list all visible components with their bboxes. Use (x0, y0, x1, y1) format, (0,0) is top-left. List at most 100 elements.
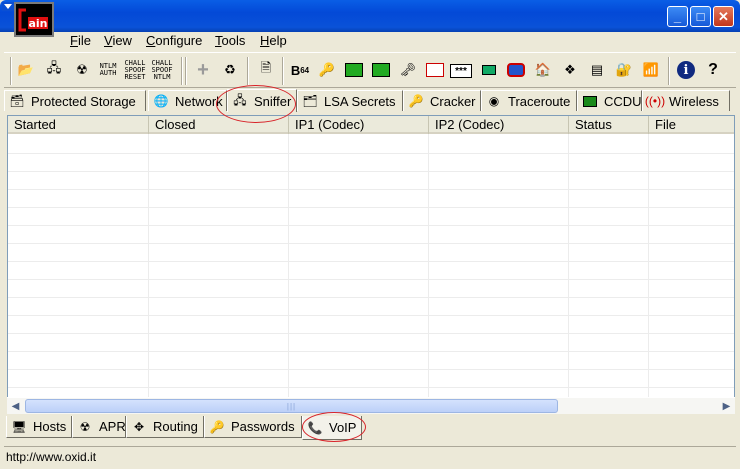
rc-icon[interactable] (423, 58, 447, 82)
lsa-icon[interactable] (477, 58, 501, 82)
key-icon[interactable]: 🔑 (315, 58, 339, 82)
table-row (8, 172, 734, 190)
apr-poison-icon[interactable]: ☢ (70, 58, 94, 82)
toolbar-separator (282, 57, 284, 85)
rsa-icon[interactable]: 🗝 (396, 58, 420, 82)
toolbar: 📂 🖧 ☢ NTLM AUTH CHALL SPOOF RESET CHALL … (4, 52, 736, 88)
table-row (8, 280, 734, 298)
hosts-computer-icon: 🖥 (11, 419, 27, 434)
table-row (8, 154, 734, 172)
tab-apr[interactable]: ☢ APR (72, 416, 126, 438)
close-icon[interactable]: ✕ (713, 6, 734, 27)
minimize-icon[interactable]: _ (667, 6, 688, 27)
tab-label: Cracker (430, 93, 476, 109)
status-url: http://www.oxid.it (6, 450, 97, 464)
cain-logo-icon: ain (17, 5, 51, 34)
open-folder-icon[interactable]: 📂 (14, 58, 38, 82)
toolbar-separator (185, 57, 187, 85)
table-row (8, 370, 734, 388)
table-row (8, 190, 734, 208)
tab-wireless[interactable]: ((•)) Wireless (642, 90, 730, 111)
maximize-icon[interactable]: □ (690, 6, 711, 27)
access-icon[interactable]: 🏠 (531, 58, 555, 82)
base64-icon[interactable]: B 64 (288, 58, 312, 82)
title-bar: _ □ ✕ (0, 0, 740, 32)
bottom-tabs: 🖥 Hosts ☢ APR ✥ Routing 🔑 Passwords 📞 Vo… (4, 416, 736, 440)
svg-text:ain: ain (28, 17, 47, 30)
tab-label: APR (99, 419, 126, 434)
routing-arrows-icon: ✥ (133, 419, 145, 434)
hash-calc-icon[interactable]: 🗎 (254, 58, 278, 82)
tab-hosts[interactable]: 🖥 Hosts (6, 416, 72, 438)
lsa-secrets-icon: 🗂 (302, 94, 318, 108)
horizontal-scrollbar[interactable]: ◀ ||| ▶ (7, 397, 735, 414)
column-status[interactable]: Status (569, 116, 649, 134)
network-globe-icon: 🌐 (153, 94, 169, 108)
column-closed[interactable]: Closed (149, 116, 289, 134)
vpn-icon[interactable] (504, 58, 528, 82)
tab-network[interactable]: 🌐 Network (148, 90, 227, 111)
table-row (8, 316, 734, 334)
column-ip1-codec[interactable]: IP1 (Codec) (289, 116, 429, 134)
app-logo: ain (14, 2, 54, 37)
tab-label: Sniffer (254, 93, 292, 109)
toolbar-separator (668, 57, 670, 85)
sniffer-icon: 🖧 (233, 92, 247, 107)
lm-hash-icon[interactable] (342, 58, 366, 82)
menu-file[interactable]: File (70, 32, 91, 51)
wireless-icon[interactable]: 📶 (639, 58, 663, 82)
tab-label: Wireless (669, 93, 719, 109)
table-row (8, 298, 734, 316)
network-icon[interactable]: ❖ (558, 58, 582, 82)
scroll-left-icon[interactable]: ◀ (7, 398, 24, 415)
status-bar: http://www.oxid.it (4, 446, 736, 466)
protected-storage-icon: 🗃 (9, 94, 25, 108)
cisco-icon[interactable]: ▤ (585, 58, 609, 82)
tab-sniffer[interactable]: 🖧 Sniffer (227, 89, 297, 112)
box-icon[interactable]: 🔐 (612, 58, 636, 82)
menu-bar: File View Configure Tools Help (4, 32, 736, 51)
tab-ccdu[interactable]: CCDU (577, 90, 642, 111)
tab-label: Passwords (231, 419, 295, 434)
add-icon[interactable]: + (191, 58, 215, 82)
md5-hash-icon[interactable] (369, 58, 393, 82)
traceroute-icon: ◉ (488, 94, 500, 108)
column-started[interactable]: Started (8, 116, 149, 134)
voip-sessions-table[interactable]: Started Closed IP1 (Codec) IP2 (Codec) S… (7, 115, 735, 414)
tab-protected-storage[interactable]: 🗃 Protected Storage (4, 90, 146, 111)
tab-passwords[interactable]: 🔑 Passwords (204, 416, 302, 438)
chall-spoof-ntlm-icon[interactable]: CHALL SPOOF NTLM (150, 58, 174, 82)
scrollbar-thumb[interactable]: ||| (25, 399, 558, 413)
chall-reset-line3: RESET (124, 72, 146, 81)
column-file[interactable]: File (649, 116, 734, 134)
ntlm-auth-icon[interactable]: NTLM AUTH (96, 58, 120, 82)
system-menu-icon[interactable] (2, 2, 14, 11)
tab-cracker[interactable]: 🔑 Cracker (403, 90, 481, 111)
menu-tools[interactable]: Tools (215, 32, 245, 51)
info-icon[interactable]: i (674, 58, 698, 82)
chall-spoof-reset-icon[interactable]: CHALL SPOOF RESET (123, 58, 147, 82)
menu-help[interactable]: Help (260, 32, 287, 51)
help-icon[interactable]: ? (701, 58, 725, 82)
ntlm-auth-line2: AUTH (99, 69, 117, 77)
password-box-icon[interactable]: *** (450, 64, 472, 78)
menu-view[interactable]: View (104, 32, 132, 51)
toolbar-separator (10, 57, 12, 85)
sniffer-icon[interactable]: 🖧 (42, 58, 66, 82)
tab-routing[interactable]: ✥ Routing (126, 416, 204, 438)
column-ip2-codec[interactable]: IP2 (Codec) (429, 116, 569, 134)
delete-icon[interactable]: ♻ (218, 58, 242, 82)
scroll-right-icon[interactable]: ▶ (718, 398, 735, 415)
base64-b: B (290, 62, 301, 78)
tab-lsa-secrets[interactable]: 🗂 LSA Secrets (297, 90, 403, 111)
menu-configure[interactable]: Configure (146, 32, 202, 51)
tab-traceroute[interactable]: ◉ Traceroute (481, 90, 577, 111)
apr-radiation-icon: ☢ (79, 419, 91, 434)
tab-voip[interactable]: 📞 VoIP (302, 416, 362, 440)
cracker-key-icon: 🔑 (408, 94, 424, 108)
toolbar-separator (247, 57, 249, 85)
tab-label: CCDU (604, 93, 642, 109)
table-row (8, 262, 734, 280)
chall-ntlm-line3: NTLM (153, 72, 171, 81)
passwords-key-icon: 🔑 (209, 419, 225, 434)
